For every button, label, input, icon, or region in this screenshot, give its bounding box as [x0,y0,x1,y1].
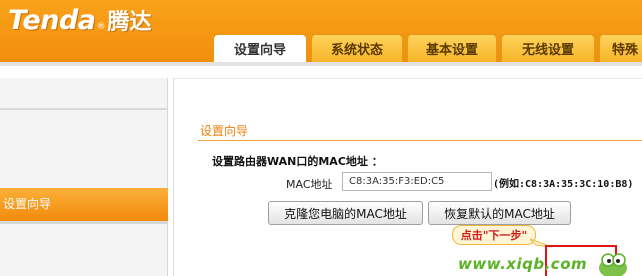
mac-address-label: MAC地址 [286,178,333,191]
logo-registered-mark: ® [96,22,106,32]
router-admin-page: Tenda ® 腾达 设置向导 系统状态 基本设置 无线设置 特殊 设置向导 设… [0,0,642,276]
section-divider [198,140,642,141]
site-watermark: www.xiqb.com [458,255,588,273]
mac-address-input[interactable] [342,172,492,191]
sidebar-item-underline [0,221,168,224]
main-tabs: 设置向导 系统状态 基本设置 无线设置 特殊 [213,34,642,62]
sidebar: 设置向导 [0,78,168,276]
header-bar: Tenda ® 腾达 设置向导 系统状态 基本设置 无线设置 特殊 [0,0,642,62]
tab-special[interactable]: 特殊 [599,34,642,62]
tab-wireless-settings[interactable]: 无线设置 [501,34,595,62]
section-title: 设置向导 [200,124,249,138]
sidebar-item-setup-wizard[interactable]: 设置向导 [0,188,168,221]
sidebar-divider [0,108,168,110]
mascot-icon [599,253,627,276]
sidebar-item-label: 设置向导 [3,197,52,211]
tenda-logo: Tenda ® 腾达 [8,4,152,36]
restore-default-mac-button[interactable]: 恢复默认的MAC地址 [428,201,571,225]
logo-text-cn: 腾达 [107,10,152,35]
click-next-callout: 点击"下一步" [452,225,536,245]
logo-text-en: Tenda [8,5,96,36]
main-panel: 设置向导 设置路由器WAN口的MAC地址 ： MAC地址 (例如:C8:3A:3… [173,78,642,276]
tab-system-status[interactable]: 系统状态 [311,34,403,62]
mac-example-text: (例如:C8:3A:35:3C:10:B8) [493,179,634,190]
mac-section-heading: 设置路由器WAN口的MAC地址 ： [212,155,383,168]
header-divider [0,62,642,66]
tab-basic-settings[interactable]: 基本设置 [407,34,497,62]
tab-setup-wizard[interactable]: 设置向导 [213,34,307,62]
clone-mac-button[interactable]: 克隆您电脑的MAC地址 [268,201,423,225]
